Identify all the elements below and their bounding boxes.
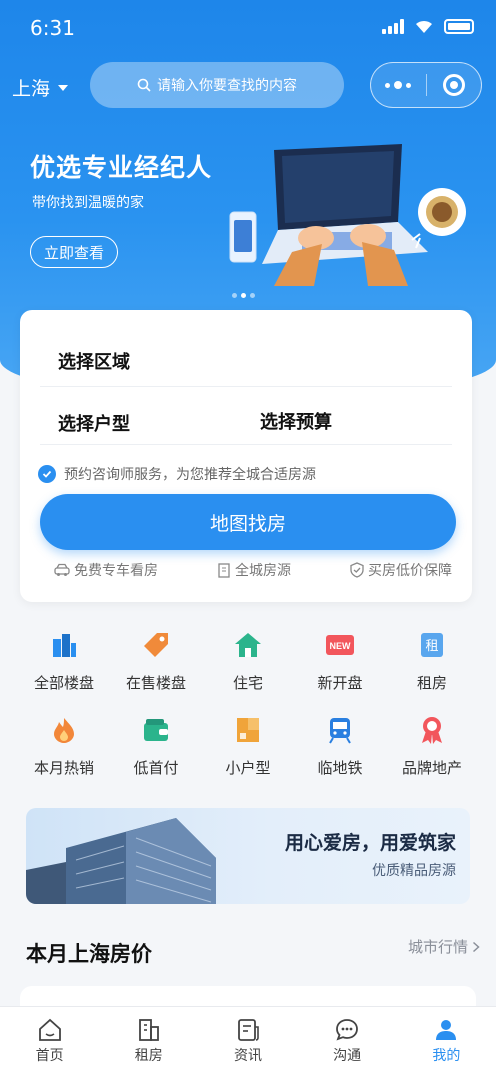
category-on-sale[interactable]: 在售楼盘 — [112, 628, 200, 693]
search-input[interactable]: 请输入你要查找的内容 — [90, 62, 344, 108]
tab-rent[interactable]: 租房 — [109, 1017, 189, 1065]
status-time: 6:31 — [30, 16, 75, 40]
house-type-selector[interactable]: 选择户型 — [58, 410, 130, 436]
flame-icon — [54, 718, 74, 743]
agreement-text: 预约咨询师服务，为您推荐全城合适房源 — [64, 467, 316, 483]
promo-title: 用心爱房，用爱筑家 — [284, 832, 456, 854]
category-rent[interactable]: 租 租房 — [388, 628, 476, 693]
category-all-projects[interactable]: 全部楼盘 — [20, 628, 108, 693]
category-label: 租房 — [416, 674, 447, 692]
status-bar: 6:31 — [30, 14, 474, 44]
house-finder-card: 选择区域 选择户型 选择预算 预约咨询师服务，为您推荐全城合适房源 地图找房 免… — [20, 310, 472, 602]
banner-title: 优选专业经纪人 — [30, 153, 213, 182]
category-label: 低首付 — [133, 759, 179, 777]
house-icon — [235, 633, 261, 657]
city-label: 上海 — [12, 78, 51, 100]
new-badge-icon: NEW — [326, 635, 354, 655]
category-brand-developer[interactable]: 品牌地产 — [388, 713, 476, 778]
wifi-icon — [416, 20, 432, 33]
perk-low-price: 买房低价保障 — [350, 560, 452, 580]
laptop-illustration — [229, 144, 466, 286]
more-menu-button[interactable] — [371, 81, 426, 89]
tab-label: 我的 — [432, 1047, 461, 1064]
tab-label: 沟通 — [333, 1047, 362, 1064]
search-placeholder: 请输入你要查找的内容 — [157, 78, 297, 94]
tab-label: 租房 — [134, 1047, 163, 1064]
tab-label: 资讯 — [233, 1047, 262, 1064]
category-label: 小户型 — [225, 759, 271, 777]
category-hot-sale[interactable]: 本月热销 — [20, 713, 108, 778]
perk-label: 买房低价保障 — [368, 563, 452, 579]
category-new-launch[interactable]: NEW 新开盘 — [296, 628, 384, 693]
shield-icon — [350, 562, 364, 578]
price-tag-icon — [144, 633, 168, 657]
category-small-unit[interactable]: 小户型 — [204, 713, 292, 778]
consult-agreement[interactable]: 预约咨询师服务，为您推荐全城合适房源 — [38, 464, 316, 484]
category-label: 新开盘 — [317, 674, 363, 692]
category-grid: 全部楼盘 在售楼盘 住宅 NEW 新开盘 租 租房 本月热销 低首付 小户型 临… — [20, 628, 476, 798]
chat-icon — [336, 1018, 359, 1041]
perk-label: 全城房源 — [235, 563, 291, 579]
city-market-link[interactable]: 城市行情 — [408, 936, 480, 957]
tab-chat[interactable]: 沟通 — [307, 1017, 387, 1065]
checkbox-checked-icon[interactable] — [38, 465, 56, 483]
battery-icon — [444, 18, 474, 34]
perk-label: 免费专车看房 — [74, 563, 158, 579]
buildings-icon — [53, 634, 76, 657]
perk-free-car: 免费专车看房 — [54, 560, 158, 580]
rent-icon: 租 — [421, 633, 443, 657]
banner-view-button[interactable]: 立即查看 — [30, 236, 118, 268]
budget-selector[interactable]: 选择预算 — [260, 408, 332, 434]
floorplan-icon — [237, 718, 259, 742]
caret-down-icon — [58, 84, 69, 91]
tab-home[interactable]: 首页 — [10, 1017, 90, 1065]
miniprogram-capsule — [370, 62, 482, 108]
award-icon — [422, 717, 442, 744]
section-title: 本月上海房价 — [26, 942, 152, 966]
user-icon — [436, 1019, 457, 1040]
region-selector[interactable]: 选择区域 — [58, 348, 130, 374]
car-icon — [54, 563, 70, 576]
building-icon — [138, 1018, 159, 1041]
category-near-subway[interactable]: 临地铁 — [296, 713, 384, 778]
banner-subtitle: 带你找到温暖的家 — [32, 195, 144, 211]
signal-icon — [382, 18, 404, 34]
chevron-right-icon — [472, 941, 480, 952]
category-label: 在售楼盘 — [125, 674, 186, 692]
map-search-button[interactable]: 地图找房 — [40, 494, 456, 550]
close-miniprogram-button[interactable] — [427, 74, 482, 96]
home-icon — [38, 1018, 61, 1041]
target-icon — [442, 74, 465, 96]
category-label: 本月热销 — [33, 759, 94, 777]
city-selector[interactable]: 上海 — [12, 74, 69, 101]
promo-subtitle: 优质精品房源 — [372, 863, 456, 879]
wallet-icon — [144, 719, 168, 741]
tab-profile[interactable]: 我的 — [406, 1017, 486, 1065]
category-label: 全部楼盘 — [33, 674, 94, 692]
category-label: 品牌地产 — [401, 759, 462, 777]
tab-news[interactable]: 资讯 — [208, 1017, 288, 1065]
perk-city-listings: 全城房源 — [217, 560, 291, 580]
category-residential[interactable]: 住宅 — [204, 628, 292, 693]
building-outline-icon — [218, 563, 230, 578]
search-icon — [137, 78, 151, 92]
badge-text: 租 — [425, 639, 438, 654]
banner-pager — [232, 293, 255, 298]
promo-banner[interactable]: 用心爱房，用爱筑家 优质精品房源 — [26, 808, 470, 904]
subway-icon — [329, 718, 351, 744]
badge-text: NEW — [330, 641, 352, 651]
skyscraper-image — [26, 818, 216, 904]
more-dots-icon — [385, 82, 391, 88]
category-label: 住宅 — [232, 674, 263, 692]
tab-label: 首页 — [35, 1047, 64, 1064]
city-market-label: 城市行情 — [407, 938, 468, 956]
category-low-downpayment[interactable]: 低首付 — [112, 713, 200, 778]
news-icon — [238, 1018, 259, 1041]
bottom-tabbar: 首页 租房 资讯 沟通 我的 — [0, 1006, 496, 1074]
category-label: 临地铁 — [317, 759, 363, 777]
